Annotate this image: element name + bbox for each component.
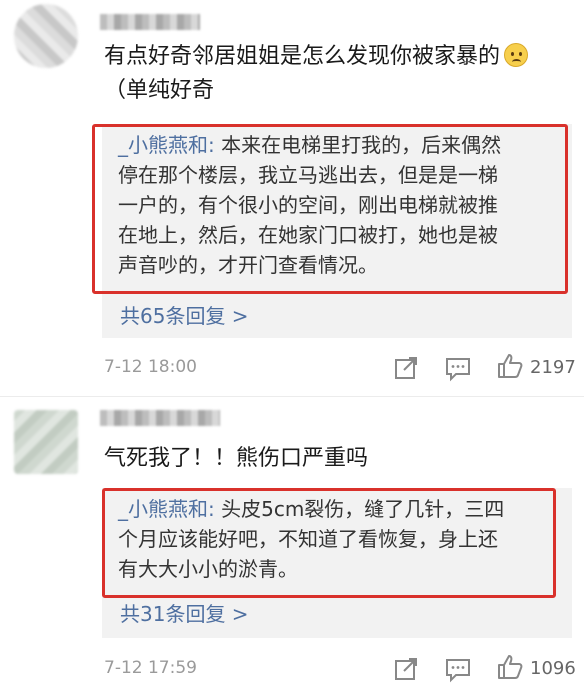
timestamp: 7-12 18:00: [104, 357, 197, 377]
avatar[interactable]: [14, 410, 78, 474]
comment-text-line: 有点好奇邻居姐姐是怎么发现你被家暴的: [104, 44, 501, 69]
smiley-worried-icon: [504, 43, 529, 67]
highlight-box: [102, 488, 556, 598]
more-replies-link[interactable]: 共65条回复 >: [120, 300, 249, 329]
comment-item: 气死我了！！熊伤口严重吗 _小熊燕和: 头皮5cm裂伤，缝了几针，三四 个月应该…: [0, 396, 584, 690]
like-count: 2197: [530, 357, 576, 378]
like-icon[interactable]: [496, 653, 524, 681]
like-icon[interactable]: [496, 352, 524, 380]
highlight-box: [92, 124, 568, 294]
comment-icon[interactable]: [444, 655, 472, 683]
like-count: 1096: [530, 658, 576, 679]
comment-text: 有点好奇邻居姐姐是怎么发现你被家暴的 （单纯好奇: [104, 40, 566, 108]
more-replies-link[interactable]: 共31条回复 >: [120, 598, 249, 627]
avatar[interactable]: [14, 4, 78, 68]
share-icon[interactable]: [392, 354, 420, 382]
comment-text-line: （单纯好奇: [104, 78, 215, 103]
share-icon[interactable]: [392, 655, 420, 683]
username[interactable]: [100, 410, 220, 426]
comment-icon[interactable]: [444, 354, 472, 382]
timestamp: 7-12 17:59: [104, 658, 197, 678]
username[interactable]: [100, 14, 200, 30]
comment-item: 有点好奇邻居姐姐是怎么发现你被家暴的 （单纯好奇 _小熊燕和: 本来在电梯里打我…: [0, 0, 584, 396]
comment-text: 气死我了！！熊伤口严重吗: [104, 446, 369, 471]
